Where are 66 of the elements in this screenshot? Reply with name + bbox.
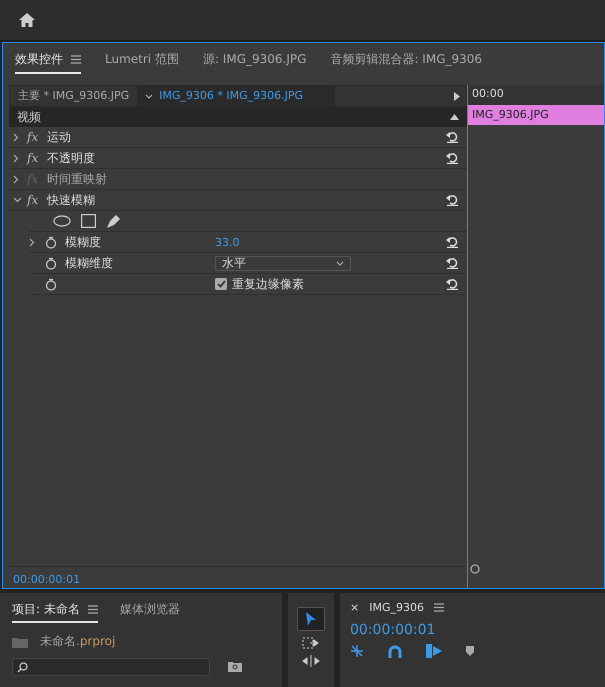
fx-toggle[interactable]: fx [27, 130, 47, 144]
track-select-icon[interactable] [302, 637, 320, 649]
sequence-timecode[interactable]: 00:00:00:01 [350, 622, 595, 638]
panel-tab[interactable]: 媒体浏览器 [120, 601, 180, 623]
dimension-dropdown[interactable]: 水平 [215, 256, 351, 270]
clip-tab[interactable]: IMG_9306 * IMG_9306.JPG [137, 86, 336, 106]
section-header: 视频 [17, 108, 41, 126]
chevron-right-icon[interactable] [13, 154, 19, 162]
caret-down-icon [336, 260, 344, 266]
ruler-time: 00:00 [472, 87, 504, 100]
reset-icon[interactable] [446, 257, 459, 269]
ellipse-mask-icon[interactable] [53, 215, 71, 227]
stopwatch-icon[interactable] [45, 236, 57, 248]
stopwatch-icon[interactable] [45, 256, 57, 270]
pen-icon[interactable] [106, 213, 122, 229]
chevron-right-icon[interactable] [13, 132, 19, 142]
folder-search-icon[interactable] [228, 662, 242, 672]
close-icon[interactable]: × [350, 601, 360, 614]
chevron-down-icon[interactable] [13, 197, 22, 203]
arrow-pointer-icon [305, 611, 317, 627]
menu-icon[interactable] [71, 55, 81, 64]
project-file: 未命名.prproj [40, 633, 116, 650]
property-name: 模糊维度 [65, 254, 113, 272]
search-field[interactable] [12, 658, 210, 676]
checkbox-label: 重复边缘像素 [232, 276, 304, 292]
panel-tab[interactable]: Lumetri 范围 [105, 51, 179, 74]
timecode[interactable]: 00:00:00:01 [13, 573, 80, 586]
caret-down-icon[interactable] [145, 94, 154, 98]
property-name: 模糊度 [65, 234, 101, 250]
nest-icon[interactable] [350, 644, 364, 658]
chevron-right-icon[interactable] [13, 174, 19, 184]
clip-bar[interactable]: IMG_9306.JPG [468, 105, 604, 125]
property-value[interactable]: 33.0 [215, 236, 240, 248]
effect-name: 运动 [47, 128, 71, 146]
panel-tab[interactable]: 效果控件 [15, 51, 81, 74]
menu-icon[interactable] [88, 605, 98, 614]
linked-selection-icon[interactable] [426, 644, 442, 658]
panel-tab[interactable]: 项目: 未命名 [12, 601, 98, 623]
reset-icon[interactable] [446, 131, 459, 143]
search-icon [17, 662, 28, 672]
magnet-icon[interactable] [388, 644, 402, 658]
home-icon[interactable] [18, 12, 36, 28]
stopwatch-icon[interactable] [45, 278, 57, 290]
panel-tab[interactable]: 源: IMG_9306.JPG [202, 51, 306, 74]
chevron-right-icon[interactable] [29, 238, 35, 246]
rectangle-mask-icon[interactable] [81, 214, 96, 228]
reset-icon[interactable] [446, 194, 459, 206]
reset-icon[interactable] [446, 278, 459, 290]
scroll-handle-icon[interactable] [470, 564, 480, 574]
selection-tool[interactable] [297, 607, 325, 631]
reset-icon[interactable] [446, 152, 459, 164]
panel-tab[interactable]: 音频剪辑混合器: IMG_9306 [330, 51, 482, 74]
marker-icon[interactable] [466, 646, 474, 656]
effect-name: 时间重映射 [47, 170, 107, 188]
reset-icon[interactable] [446, 236, 459, 248]
play-icon[interactable] [454, 92, 460, 100]
sequence-title[interactable]: IMG_9306 [369, 601, 424, 614]
effect-name: 快速模糊 [47, 192, 95, 208]
menu-icon[interactable] [434, 603, 444, 612]
checkbox[interactable] [215, 278, 227, 290]
effect-name: 不透明度 [47, 150, 95, 166]
ripple-edit-icon[interactable] [302, 655, 320, 667]
clip-tab[interactable]: 主要 * IMG_9306.JPG [10, 86, 138, 106]
collapse-icon[interactable] [450, 114, 459, 120]
fx-toggle[interactable]: fx [27, 193, 47, 207]
fx-toggle[interactable]: fx [27, 151, 47, 165]
